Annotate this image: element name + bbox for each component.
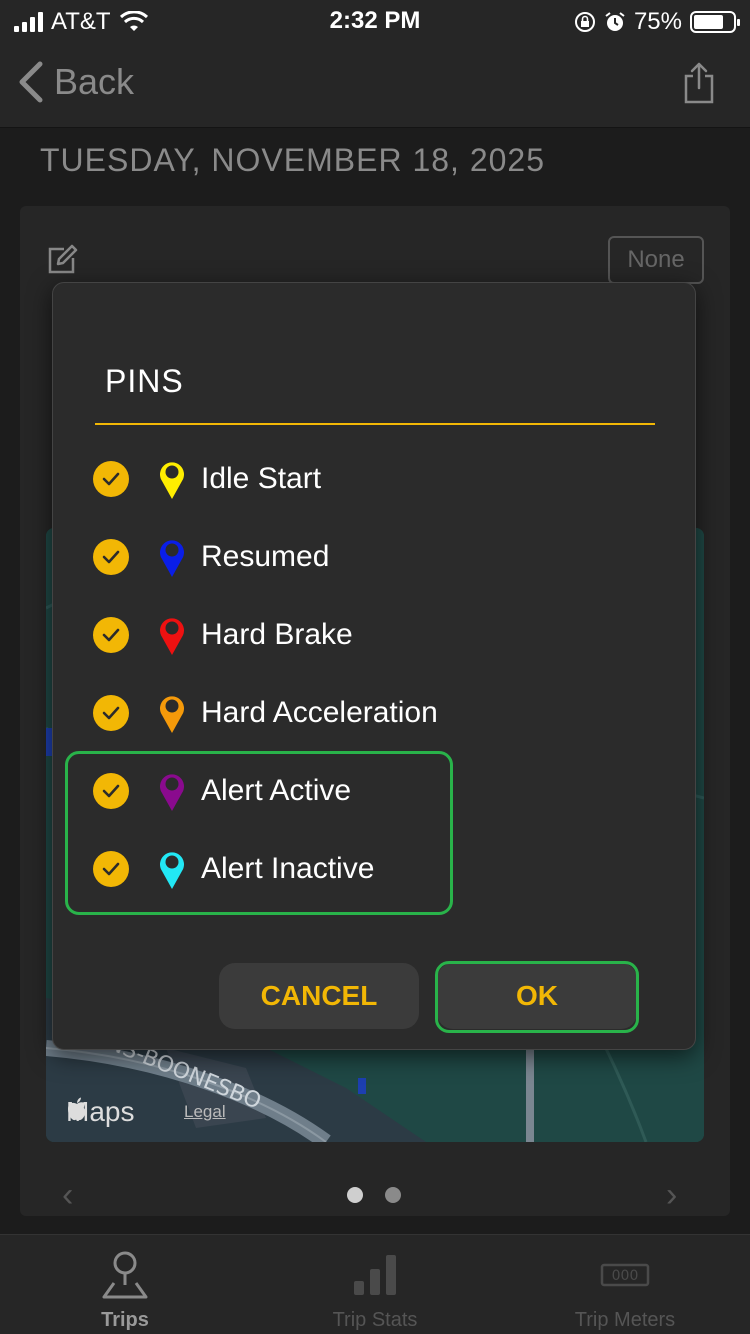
map-pin-icon — [160, 618, 184, 655]
dialog-title-underline — [95, 423, 655, 425]
ok-button-highlight — [435, 961, 639, 1033]
checkmark-icon[interactable] — [93, 539, 129, 575]
pin-option-label: Hard Brake — [201, 618, 353, 651]
checkmark-icon[interactable] — [93, 461, 129, 497]
pin-option-label: Hard Acceleration — [201, 696, 438, 729]
pin-option-label: Resumed — [201, 540, 330, 573]
dialog-title: PINS — [105, 363, 184, 399]
pin-option[interactable]: Idle Start — [93, 449, 613, 509]
checkmark-icon[interactable] — [93, 695, 129, 731]
pin-option-label: Idle Start — [201, 462, 322, 495]
map-pin-icon — [160, 462, 184, 499]
checkmark-icon[interactable] — [93, 617, 129, 653]
pins-dialog: PINS Idle Start Resumed Hard Brake Hard Acc… — [52, 282, 696, 1050]
dialog-overlay: PINS Idle Start Resumed Hard Brake Hard Acc… — [0, 0, 750, 1334]
map-pin-icon — [160, 696, 184, 733]
pin-option[interactable]: Resumed — [93, 527, 613, 587]
alert-pins-highlight — [65, 751, 453, 915]
pin-option[interactable]: Hard Acceleration — [93, 683, 613, 743]
cancel-button[interactable]: CANCEL — [219, 963, 419, 1029]
pin-option[interactable]: Hard Brake — [93, 605, 613, 665]
map-pin-icon — [160, 540, 184, 577]
